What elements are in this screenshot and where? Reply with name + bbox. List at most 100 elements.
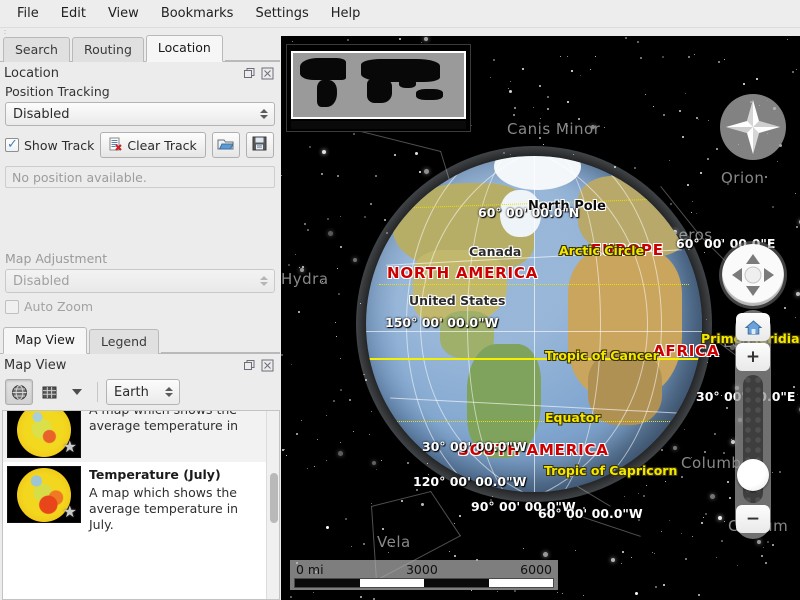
spinner-arrows-icon [260,276,268,286]
list-item[interactable]: ★ A map which shows the average temperat… [3,411,266,462]
menu-file[interactable]: File [6,2,50,25]
open-folder-icon [217,137,234,154]
marble-window: File Edit View Bookmarks Settings Help S… [0,0,800,600]
menu-settings[interactable]: Settings [244,2,319,25]
top-tab-strip: Search Routing Location [0,36,280,62]
overview-antarctica [291,121,466,129]
toolbar-separator [97,382,98,402]
arrow-down-icon [746,286,760,296]
panel-divider-spacer [0,314,280,328]
arrow-up-icon [746,254,760,264]
zoom-slider-track[interactable] [743,375,763,503]
track-controls-row: Show Track Clear Track [0,126,280,158]
tab-strip-filler [161,328,280,353]
spinner-arrows-icon [165,387,173,397]
menu-help[interactable]: Help [320,2,372,25]
menu-bookmarks[interactable]: Bookmarks [150,2,245,25]
scale-label-left: 0 mi [296,562,324,577]
star-icon: ★ [63,439,77,455]
map-description: A map which shows the average temperatur… [89,485,261,533]
compass-rose-icon[interactable] [720,94,786,160]
auto-zoom-row: Auto Zoom [0,293,280,314]
clear-track-button[interactable]: Clear Track [100,132,205,158]
close-icon[interactable] [261,67,274,80]
map-view-dock-title: Map View [4,358,243,373]
position-tracking-label: Position Tracking [0,83,280,102]
map-adjustment-value: Disabled [13,274,260,289]
arrow-left-icon [732,268,742,282]
scale-label-right: 6000 [520,562,552,577]
location-dock-title: Location [4,66,243,81]
tab-strip-filler [225,36,280,61]
location-dock-spacer [0,188,280,250]
position-tracking-value: Disabled [13,107,260,122]
temperature-globe-thumb: ★ [7,411,81,458]
overview-map-canvas [291,51,466,119]
navigation-controls: + − [727,244,779,539]
list-item[interactable]: ★ Temperature (July) A map which shows t… [3,462,266,537]
undock-icon[interactable] [243,359,256,372]
celestial-body-value: Earth [114,385,165,400]
save-track-button[interactable] [246,132,274,158]
constellation-label: Vela [377,533,411,551]
menu-bar: File Edit View Bookmarks Settings Help [0,0,800,28]
clear-track-icon [109,137,123,154]
earth-globe[interactable] [366,156,702,492]
location-dock-header: Location [0,62,280,83]
world-overview-map[interactable] [286,44,471,132]
tab-map-view[interactable]: Map View [3,327,87,354]
checkbox-icon [5,138,19,152]
tab-search[interactable]: Search [3,37,70,62]
checkbox-icon [5,300,19,314]
zoom-in-button[interactable]: + [736,343,770,371]
map-list-scrollbar[interactable] [266,411,279,599]
spinner-arrows-icon [260,109,268,119]
clear-track-label: Clear Track [127,138,196,153]
tab-location[interactable]: Location [146,35,223,62]
map-adjustment-select[interactable]: Disabled [5,269,275,293]
chevron-down-icon[interactable] [65,380,89,404]
globe-map-view[interactable]: Canis Minor Monoceros Orion Hydra Vela C… [281,36,800,600]
map-title: Temperature (July) [89,467,261,482]
grid-projection-icon[interactable] [37,380,61,404]
undock-icon[interactable] [243,67,256,80]
toolbar-handle[interactable] [0,28,800,36]
home-button[interactable] [736,313,770,341]
celestial-body-select[interactable]: Earth [106,379,180,405]
arrow-right-icon [764,268,774,282]
map-view-dock-header: Map View [0,354,280,375]
map-adjustment-label: Map Adjustment [0,250,280,269]
menu-edit[interactable]: Edit [50,2,97,25]
close-icon[interactable] [261,359,274,372]
pan-direction-pad[interactable] [722,244,784,306]
tab-routing[interactable]: Routing [72,37,144,62]
position-status-text: No position available. [12,170,147,185]
position-status-field: No position available. [5,166,275,188]
show-track-label: Show Track [24,138,94,153]
star-icon: ★ [63,504,77,520]
scale-label-mid: 3000 [406,562,438,577]
menu-view[interactable]: View [97,2,150,25]
zoom-slider-handle[interactable] [737,459,769,491]
scale-bar-segments [294,578,554,588]
zoom-slider-column: + − [735,310,771,539]
scrollbar-thumb[interactable] [270,473,278,523]
zoom-out-button[interactable]: − [736,505,770,533]
tab-legend[interactable]: Legend [89,329,159,354]
scale-bar: 0 mi 3000 6000 [290,560,558,590]
auto-zoom-label: Auto Zoom [24,299,93,314]
constellation-label: Orion [721,169,764,187]
temperature-july-globe-thumb: ★ [7,466,81,523]
open-track-button[interactable] [212,132,240,158]
globe-sphere [366,156,702,492]
position-tracking-select[interactable]: Disabled [5,102,275,126]
globe-projection-icon[interactable] [5,379,33,405]
map-description: A map which shows the average temperatur… [89,411,261,434]
home-icon [744,319,763,336]
map-view-toolbar: Earth [0,375,280,410]
constellation-label: Hydra [281,270,329,288]
auto-zoom-checkbox[interactable]: Auto Zoom [5,299,93,314]
show-track-checkbox[interactable]: Show Track [5,138,94,153]
map-theme-list[interactable]: ★ A map which shows the average temperat… [2,410,280,600]
save-disk-icon [252,136,267,154]
